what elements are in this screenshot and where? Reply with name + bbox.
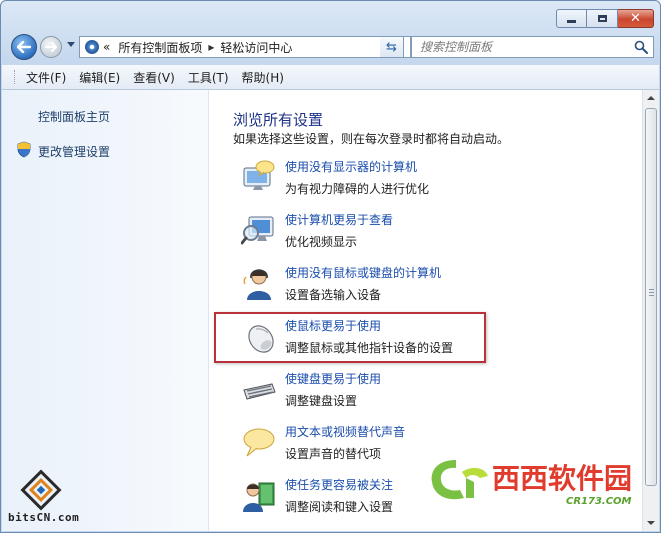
search-input[interactable] [412,39,633,55]
xixi-domain-text: CR173.COM [566,496,632,507]
breadcrumb-separator[interactable]: ▸ [208,40,214,54]
menu-bar: 文件(F) 编辑(E) 查看(V) 工具(T) 帮助(H) [2,65,659,90]
arrow-left-icon [17,41,31,53]
sidebar-link-home[interactable]: 控制面板主页 [38,108,110,125]
minimize-button[interactable] [556,9,587,28]
menu-grip [14,70,18,84]
recent-pages-dropdown[interactable] [67,42,75,47]
monitor-speech-icon [243,160,275,190]
chevron-down-icon [647,521,655,525]
control-panel-icon [85,40,99,54]
sidebar-link-change-admin-settings[interactable]: 更改管理设置 [38,143,110,160]
setting-link-keyboard[interactable]: 使键盘更易于使用 [285,370,381,387]
breadcrumb-ease-of-access[interactable]: 轻松访问中心 [220,39,292,56]
menu-file[interactable]: 文件(F) [26,69,66,86]
back-button[interactable] [11,34,37,60]
setting-desc-easier-to-see: 优化视频显示 [285,235,358,249]
setting-desc-no-display: 为有视力障碍的人进行优化 [285,182,430,196]
scroll-down-button[interactable] [643,515,659,531]
setting-item-no-display[interactable]: 使用没有显示器的计算机 为有视力障碍的人进行优化 [233,154,503,204]
thumb-grip [649,289,654,296]
breadcrumb-all-items[interactable]: 所有控制面板项 [118,39,202,56]
forward-button[interactable] [40,36,62,58]
scroll-up-button[interactable] [643,90,659,106]
magnifier-monitor-icon [241,216,274,245]
close-icon: ✕ [630,11,641,26]
keyboard-icon [243,383,276,400]
speech-bubble-icon [243,428,275,457]
maximize-button[interactable] [587,9,618,28]
setting-item-keyboard[interactable]: 使键盘更易于使用 调整键盘设置 [233,366,503,416]
menu-edit[interactable]: 编辑(E) [79,69,120,86]
bitscn-watermark-text: bitsCN.com [8,511,80,524]
setting-link-no-display[interactable]: 使用没有显示器的计算机 [285,158,417,175]
setting-item-no-mouse-keyboard[interactable]: 使用没有鼠标或键盘的计算机 设置备选输入设备 [233,260,503,310]
shield-icon [17,141,31,158]
maximize-icon [597,15,607,22]
person-headset-icon [243,269,271,300]
search-icon[interactable] [633,39,649,55]
setting-desc-no-mouse-keyboard: 设置备选输入设备 [285,288,382,302]
refresh-button[interactable]: ⇆ [380,36,404,58]
page-title: 浏览所有设置 [233,111,324,129]
search-box[interactable] [411,36,654,58]
setting-link-focus-tasks[interactable]: 使任务更容易被关注 [285,476,393,493]
annotation-highlight-box [214,312,486,363]
address-bar[interactable]: « 所有控制面板项 ▸ 轻松访问中心 [79,36,411,58]
setting-link-easier-to-see[interactable]: 使计算机更易于查看 [285,211,393,228]
setting-desc-focus-tasks: 调整阅读和键入设置 [285,500,394,514]
navigation-bar: « 所有控制面板项 ▸ 轻松访问中心 ⇆ [9,34,654,60]
menu-view[interactable]: 查看(V) [133,69,175,86]
setting-desc-sound-alternatives: 设置声音的替代项 [285,447,382,461]
scroll-thumb[interactable] [645,108,657,486]
refresh-icon: ⇆ [386,39,397,55]
setting-item-easier-to-see[interactable]: 使计算机更易于查看 优化视频显示 [233,207,503,257]
arrow-right-icon [45,42,57,52]
page-subtitle: 如果选择这些设置，则在每次登录时都将自动启动。 [233,132,510,146]
menu-tools[interactable]: 工具(T) [188,69,229,86]
close-button[interactable]: ✕ [618,9,654,28]
xixi-watermark-logo: 西西软件园 CR173.COM [431,460,632,507]
chevron-up-icon [647,96,655,100]
address-prefix[interactable]: « [103,40,110,54]
menu-help[interactable]: 帮助(H) [242,69,284,86]
setting-link-no-mouse-keyboard[interactable]: 使用没有鼠标或键盘的计算机 [285,264,441,281]
caption-buttons: ✕ [556,9,654,28]
setting-link-sound-alternatives[interactable]: 用文本或视频替代声音 [285,423,405,440]
person-book-icon [243,482,275,512]
setting-desc-keyboard: 调整键盘设置 [285,394,358,408]
xixi-brand-red: 西西软件园 [492,462,632,495]
minimize-icon [567,20,576,23]
